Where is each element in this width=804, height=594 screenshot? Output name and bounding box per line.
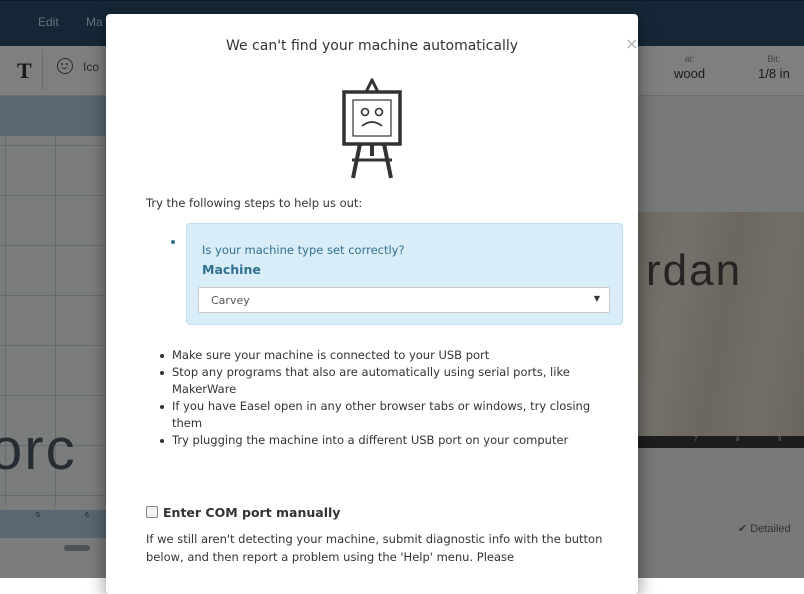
machine-label: Machine: [202, 262, 261, 277]
close-icon[interactable]: ×: [625, 34, 638, 53]
hint-bullet: [171, 240, 175, 244]
hint-question: Is your machine type set correctly?: [202, 243, 405, 257]
manual-com-port-toggle[interactable]: Enter COM port manually: [146, 505, 340, 520]
manual-com-label: Enter COM port manually: [163, 505, 341, 520]
step-text: If you have Easel open in any other brow…: [172, 399, 591, 430]
bullet-icon: [160, 371, 164, 375]
sad-easel-icon: [342, 78, 402, 179]
machine-select-value: Carvey: [211, 294, 250, 307]
machine-type-hint: Is your machine type set correctly? Mach…: [171, 223, 623, 325]
step-text: Stop any programs that also are automati…: [172, 365, 570, 396]
bullet-icon: [160, 405, 164, 409]
list-item: Stop any programs that also are automati…: [160, 364, 612, 398]
bullet-icon: [160, 439, 164, 443]
step-text: Make sure your machine is connected to y…: [172, 348, 490, 362]
list-item: If you have Easel open in any other brow…: [160, 398, 612, 432]
list-item: Try plugging the machine into a differen…: [160, 432, 612, 449]
manual-com-checkbox[interactable]: [146, 506, 158, 518]
dialog-title: We can't find your machine automatically: [225, 38, 519, 54]
list-item: Make sure your machine is connected to y…: [160, 347, 612, 364]
machine-select[interactable]: Carvey ▼: [198, 287, 610, 313]
bullet-icon: [160, 354, 164, 358]
dialog-intro: Try the following steps to help us out:: [146, 196, 363, 210]
diagnostic-note: If we still aren't detecting your machin…: [146, 532, 603, 564]
machine-not-found-dialog: We can't find your machine automatically…: [106, 14, 638, 594]
chevron-down-icon: ▼: [593, 294, 600, 303]
troubleshooting-steps: Make sure your machine is connected to y…: [160, 347, 612, 449]
step-text: Try plugging the machine into a differen…: [172, 433, 569, 447]
